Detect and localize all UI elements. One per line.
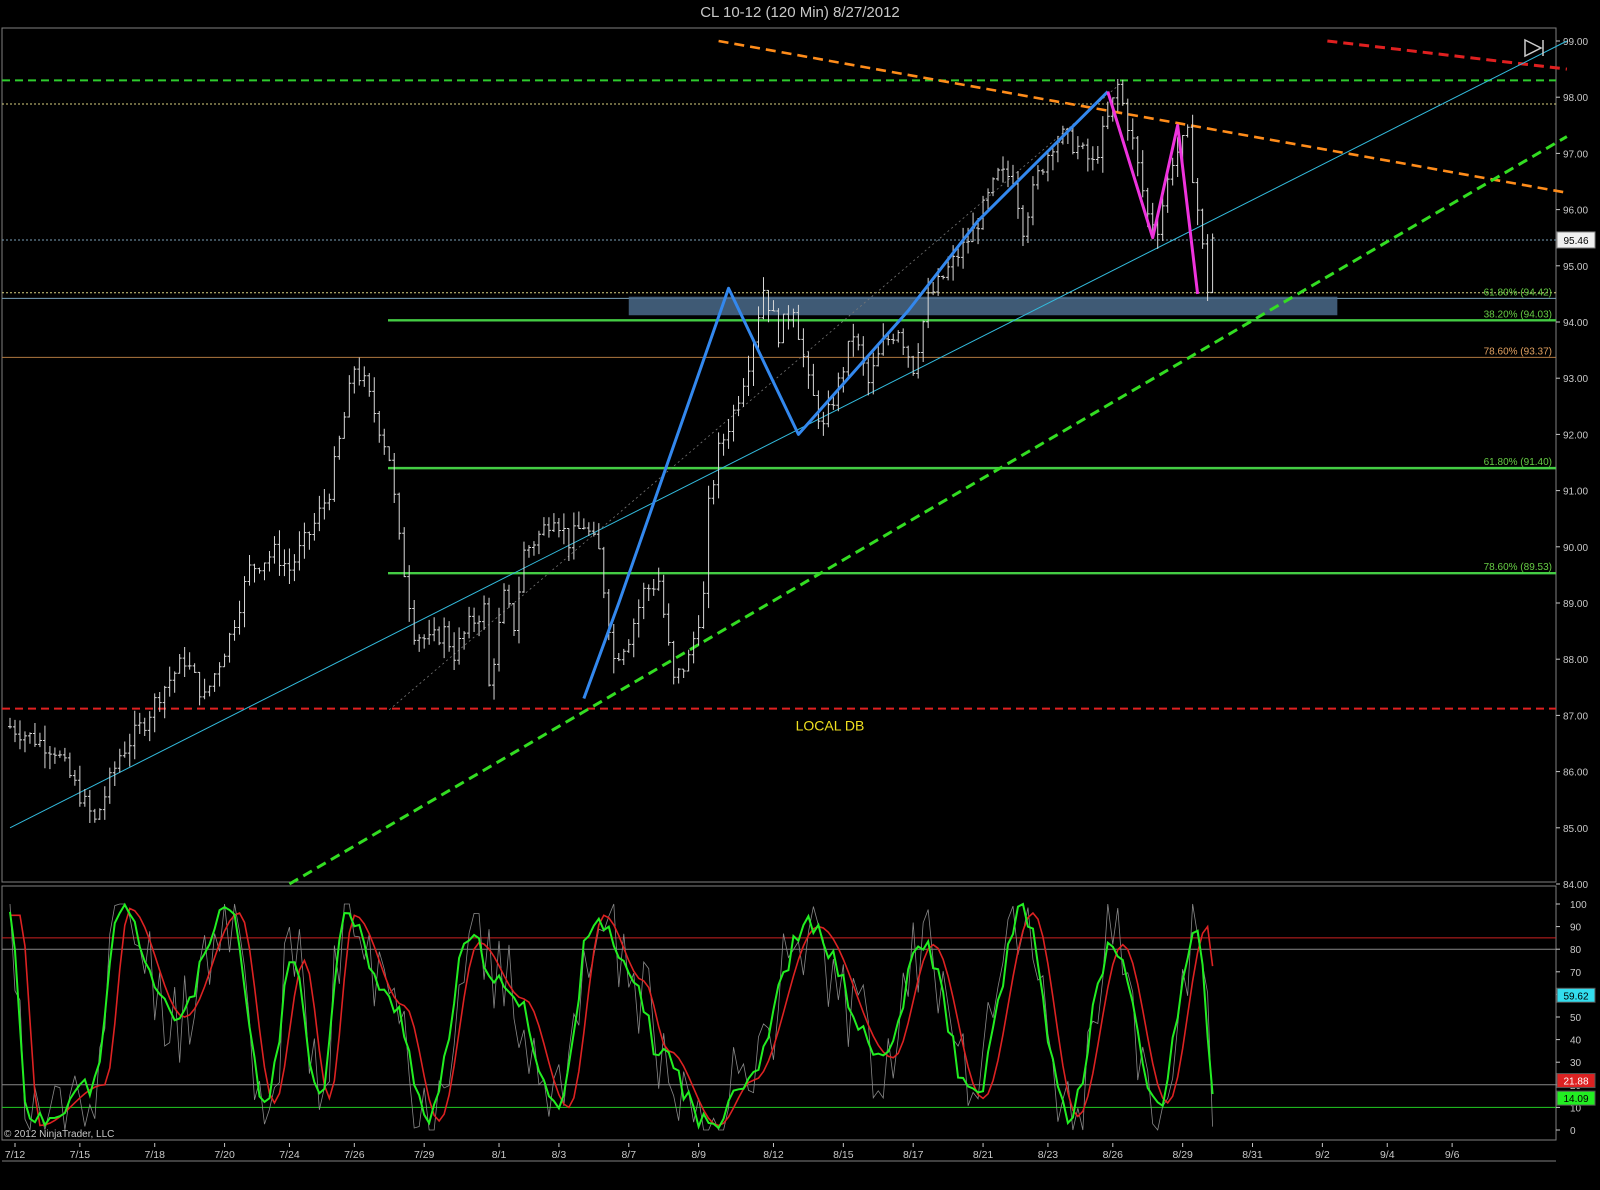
price-tick-label: 85.00 xyxy=(1563,824,1588,835)
price-tick-label: 97.00 xyxy=(1563,149,1588,160)
stoch-k-readout-value: 14.09 xyxy=(1563,1094,1588,1105)
stoch-tick-label: 100 xyxy=(1570,900,1587,911)
x-tick-label: 8/17 xyxy=(903,1149,924,1161)
price-tick-label: 87.00 xyxy=(1563,711,1588,722)
stoch-tick-label: 30 xyxy=(1570,1058,1582,1069)
fib-level-label: 78.60% (89.53) xyxy=(1484,562,1552,573)
x-tick-label: 8/23 xyxy=(1038,1149,1059,1161)
x-tick-label: 8/15 xyxy=(833,1149,854,1161)
stoch-d-readout-value: 21.88 xyxy=(1563,1077,1588,1088)
stoch-tick-label: 40 xyxy=(1570,1036,1582,1047)
x-tick-label: 7/15 xyxy=(70,1149,91,1161)
price-tick-label: 98.00 xyxy=(1563,93,1588,104)
stoch-tick-label: 70 xyxy=(1570,968,1582,979)
price-tick-label: 91.00 xyxy=(1563,487,1588,498)
last-price-value: 95.46 xyxy=(1563,236,1588,247)
price-tick-label: 96.00 xyxy=(1563,206,1588,217)
x-tick-label: 9/2 xyxy=(1315,1149,1330,1161)
fib-level-label: 61.80% (94.42) xyxy=(1484,287,1552,298)
x-tick-label: 7/20 xyxy=(214,1149,235,1161)
x-tick-label: 8/21 xyxy=(973,1149,994,1161)
chart-window: CL 10-12 (120 Min) 8/27/2012 84.00 85.00 8… xyxy=(0,0,1600,1190)
x-tick-label: 7/29 xyxy=(414,1149,435,1161)
stoch-tick-label: 50 xyxy=(1570,1013,1582,1024)
x-tick-label: 9/6 xyxy=(1445,1149,1460,1161)
x-tick-label: 8/12 xyxy=(763,1149,784,1161)
stoch-tick-label: 80 xyxy=(1570,945,1582,956)
x-tick-label: 8/1 xyxy=(492,1149,507,1161)
price-tick-label: 93.00 xyxy=(1563,374,1588,385)
x-tick-label: 8/26 xyxy=(1103,1149,1124,1161)
price-chart[interactable]: 84.00 85.00 86.00 87.00 88.00 89.00 90.00 91.00… xyxy=(0,0,1600,1190)
stoch-tick-label: 0 xyxy=(1570,1126,1576,1137)
price-tick-label: 90.00 xyxy=(1563,543,1588,554)
price-pane xyxy=(1,27,1557,883)
price-tick-label: 84.00 xyxy=(1563,880,1588,891)
x-tick-label: 7/24 xyxy=(279,1149,300,1161)
price-tick-label: 89.00 xyxy=(1563,599,1588,610)
stoch-tick-label: 90 xyxy=(1570,923,1582,934)
x-tick-label: 9/4 xyxy=(1380,1149,1395,1161)
x-tick-label: 7/12 xyxy=(5,1149,26,1161)
copyright-text: © 2012 NinjaTrader, LLC xyxy=(4,1129,114,1140)
stoch-raw-readout-value: 59.62 xyxy=(1563,991,1588,1002)
price-tick-label: 95.00 xyxy=(1563,262,1588,273)
x-tick-label: 8/29 xyxy=(1172,1149,1193,1161)
x-tick-label: 8/9 xyxy=(691,1149,706,1161)
price-tick-label: 86.00 xyxy=(1563,768,1588,779)
fib-level-label: 78.60% (93.37) xyxy=(1484,346,1552,357)
x-tick-label: 7/18 xyxy=(145,1149,166,1161)
x-tick-label: 8/31 xyxy=(1242,1149,1263,1161)
x-tick-label: 7/26 xyxy=(344,1149,365,1161)
x-tick-label: 8/7 xyxy=(621,1149,636,1161)
local-db-label: LOCAL DB xyxy=(796,718,865,734)
price-tick-label: 92.00 xyxy=(1563,430,1588,441)
x-tick-label: 8/3 xyxy=(552,1149,567,1161)
price-tick-label: 94.00 xyxy=(1563,318,1588,329)
price-tick-label: 88.00 xyxy=(1563,655,1588,666)
price-tick-label: 99.00 xyxy=(1563,37,1588,48)
fib-level-label: 61.80% (91.40) xyxy=(1484,457,1552,468)
fib-level-label: 38.20% (94.03) xyxy=(1484,309,1552,320)
